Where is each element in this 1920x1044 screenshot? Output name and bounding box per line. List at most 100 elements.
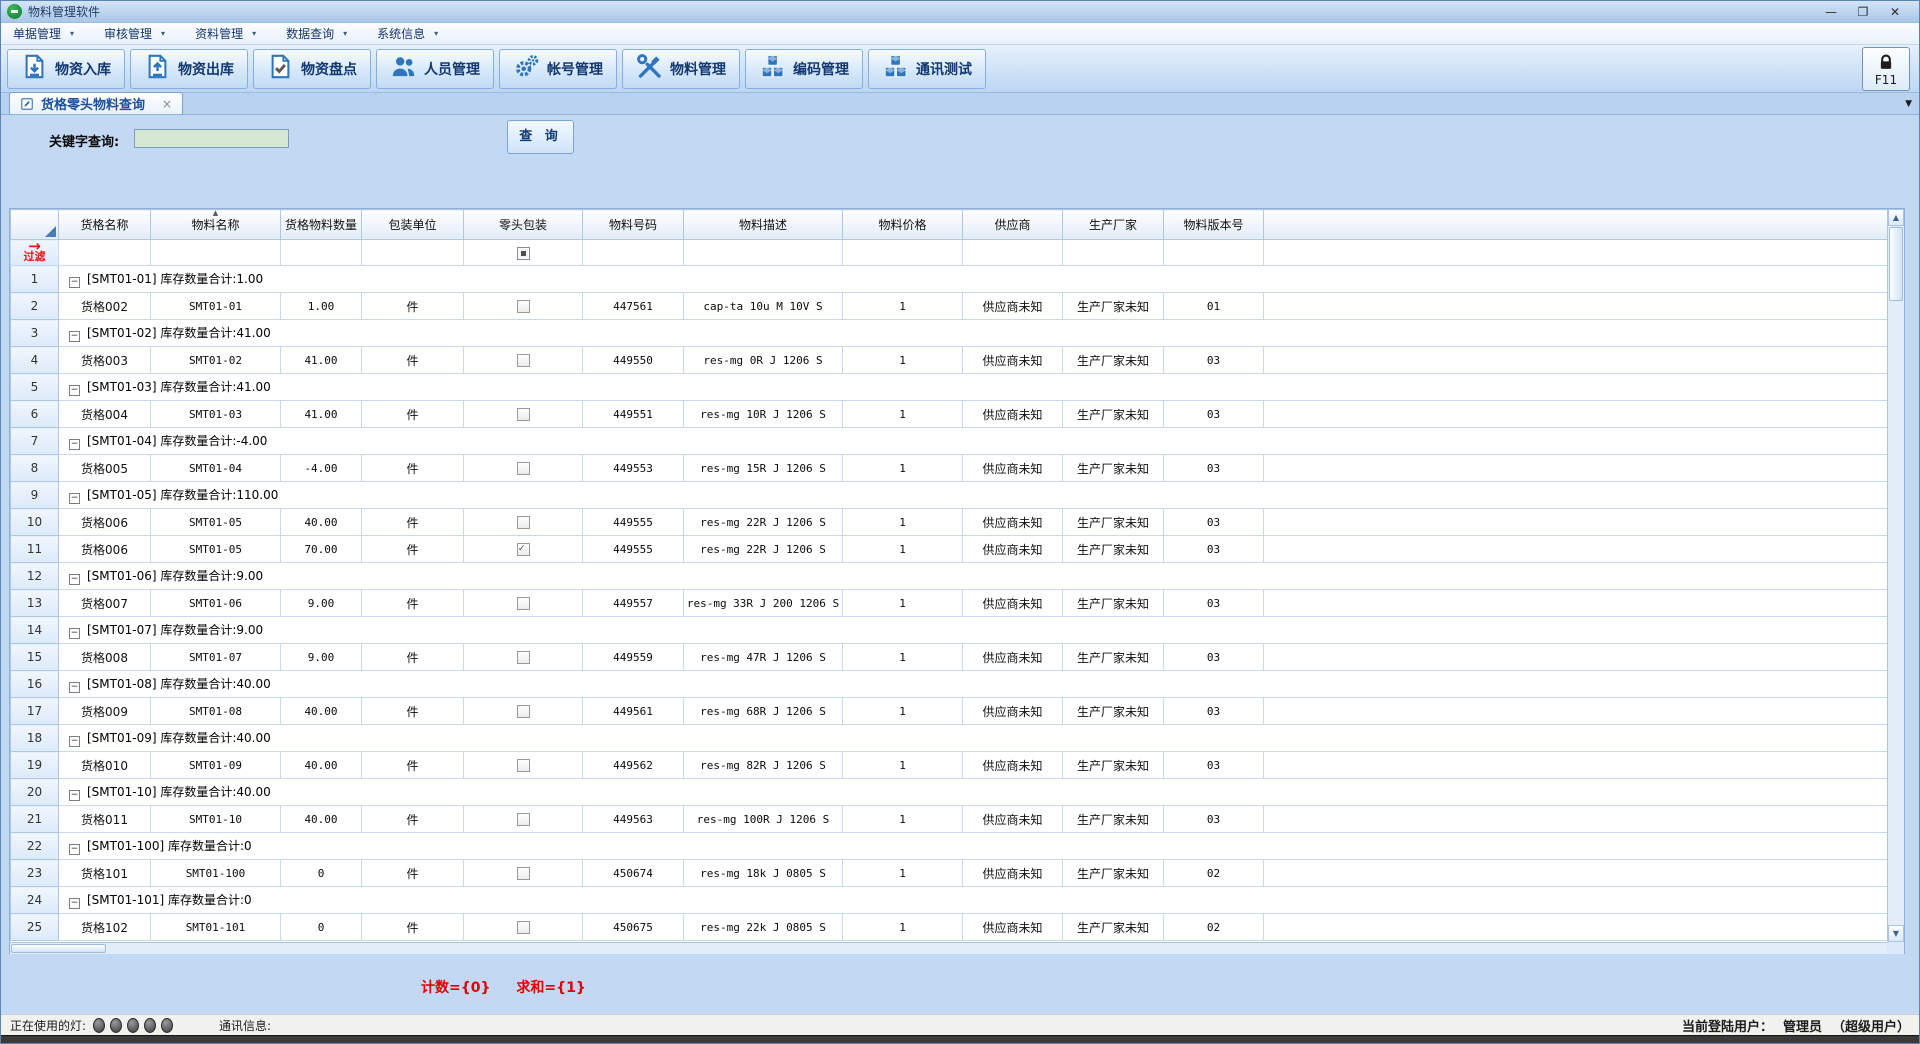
menu-item-1[interactable]: 单据管理▾	[13, 25, 74, 42]
column-header-huoge-name[interactable]: 货格名称	[59, 210, 151, 240]
cell-supplier[interactable]: 供应商未知	[963, 752, 1063, 779]
menu-item-2[interactable]: 审核管理▾	[104, 25, 165, 42]
cell-wuliao-price[interactable]: 1	[843, 590, 963, 617]
cell-manufacturer[interactable]: 生产厂家未知	[1063, 536, 1164, 563]
cell-supplier[interactable]: 供应商未知	[963, 644, 1063, 671]
row-number[interactable]: 8	[11, 455, 59, 482]
row-number[interactable]: 3	[11, 320, 59, 347]
cell-wuliao-price[interactable]: 1	[843, 401, 963, 428]
cell-pack-unit[interactable]: 件	[362, 698, 464, 725]
cell-supplier[interactable]: 供应商未知	[963, 806, 1063, 833]
column-header-row-number[interactable]	[11, 210, 59, 240]
filter-cell-wuliao-price[interactable]	[843, 240, 963, 266]
cell-wuliao-desc[interactable]: cap-ta 10u M 10V S	[684, 293, 843, 320]
cell-manufacturer[interactable]: 生产厂家未知	[1063, 806, 1164, 833]
row-number[interactable]: 25	[11, 914, 59, 941]
cell-lingtou-pack[interactable]	[464, 752, 583, 779]
cell-huoge-name[interactable]: 货格002	[59, 293, 151, 320]
cell-version[interactable]: 03	[1164, 698, 1264, 725]
cell-version[interactable]: 03	[1164, 590, 1264, 617]
cell-lingtou-pack[interactable]	[464, 293, 583, 320]
cell-wuliao-name[interactable]: SMT01-07	[151, 644, 281, 671]
lock-f11-button[interactable]: F11	[1862, 47, 1910, 91]
cell-wuliao-price[interactable]: 1	[843, 536, 963, 563]
cell-version[interactable]: 03	[1164, 806, 1264, 833]
cell-wuliao-code[interactable]: 449555	[583, 509, 684, 536]
checkbox-unchecked[interactable]	[517, 651, 530, 664]
cell-supplier[interactable]: 供应商未知	[963, 293, 1063, 320]
row-number[interactable]: 5	[11, 374, 59, 401]
cell-pack-unit[interactable]: 件	[362, 401, 464, 428]
select-all-corner-icon[interactable]	[45, 226, 56, 237]
cell-wuliao-price[interactable]: 1	[843, 455, 963, 482]
scroll-up-icon[interactable]: ▲	[1888, 209, 1904, 226]
cell-huoge-qty[interactable]: 40.00	[281, 752, 362, 779]
cell-wuliao-code[interactable]: 449559	[583, 644, 684, 671]
cell-pack-unit[interactable]: 件	[362, 293, 464, 320]
cell-wuliao-desc[interactable]: res-mg 15R J 1206 S	[684, 455, 843, 482]
cell-manufacturer[interactable]: 生产厂家未知	[1063, 752, 1164, 779]
cell-huoge-qty[interactable]: 0	[281, 914, 362, 941]
tab-list-dropdown-icon[interactable]: ▼	[1905, 99, 1912, 109]
cell-huoge-qty[interactable]: 40.00	[281, 509, 362, 536]
cell-lingtou-pack[interactable]	[464, 509, 583, 536]
cell-pack-unit[interactable]: 件	[362, 806, 464, 833]
row-number[interactable]: 10	[11, 509, 59, 536]
column-header-version[interactable]: 物料版本号	[1164, 210, 1264, 240]
cell-wuliao-price[interactable]: 1	[843, 644, 963, 671]
close-button[interactable]: ✕	[1887, 5, 1903, 19]
cell-pack-unit[interactable]: 件	[362, 509, 464, 536]
cell-pack-unit[interactable]: 件	[362, 914, 464, 941]
checkbox-unchecked[interactable]	[517, 408, 530, 421]
cell-manufacturer[interactable]: 生产厂家未知	[1063, 914, 1164, 941]
cell-pack-unit[interactable]: 件	[362, 752, 464, 779]
cell-lingtou-pack[interactable]	[464, 914, 583, 941]
cell-lingtou-pack[interactable]	[464, 455, 583, 482]
cell-version[interactable]: 03	[1164, 455, 1264, 482]
cell-wuliao-desc[interactable]: res-mg 22k J 0805 S	[684, 914, 843, 941]
horizontal-scrollbar[interactable]	[10, 942, 1889, 954]
cell-lingtou-pack[interactable]	[464, 401, 583, 428]
menu-item-4[interactable]: 数据查询▾	[286, 25, 347, 42]
row-number[interactable]: 15	[11, 644, 59, 671]
cell-pack-unit[interactable]: 件	[362, 455, 464, 482]
cell-wuliao-code[interactable]: 449563	[583, 806, 684, 833]
cell-wuliao-price[interactable]: 1	[843, 860, 963, 887]
row-number[interactable]: 11	[11, 536, 59, 563]
column-header-wuliao-code[interactable]: 物料号码	[583, 210, 684, 240]
cell-huoge-name[interactable]: 货格005	[59, 455, 151, 482]
column-header-lingtou-pack[interactable]: 零头包装	[464, 210, 583, 240]
cell-huoge-name[interactable]: 货格006	[59, 536, 151, 563]
checkbox-unchecked[interactable]	[517, 867, 530, 880]
cell-pack-unit[interactable]: 件	[362, 860, 464, 887]
cell-wuliao-name[interactable]: SMT01-01	[151, 293, 281, 320]
cell-wuliao-name[interactable]: SMT01-05	[151, 536, 281, 563]
row-number[interactable]: 4	[11, 347, 59, 374]
cell-manufacturer[interactable]: 生产厂家未知	[1063, 293, 1164, 320]
toolbar-button-物资盘点[interactable]: 物资盘点	[253, 49, 371, 89]
cell-lingtou-pack[interactable]	[464, 644, 583, 671]
cell-wuliao-name[interactable]: SMT01-03	[151, 401, 281, 428]
cell-huoge-qty[interactable]: 41.00	[281, 401, 362, 428]
collapse-icon[interactable]: −	[69, 682, 80, 693]
cell-huoge-qty[interactable]: 40.00	[281, 806, 362, 833]
cell-wuliao-code[interactable]: 449553	[583, 455, 684, 482]
cell-wuliao-price[interactable]: 1	[843, 698, 963, 725]
cell-wuliao-name[interactable]: SMT01-08	[151, 698, 281, 725]
cell-huoge-name[interactable]: 货格010	[59, 752, 151, 779]
cell-manufacturer[interactable]: 生产厂家未知	[1063, 644, 1164, 671]
column-header-manufacturer[interactable]: 生产厂家	[1063, 210, 1164, 240]
cell-huoge-qty[interactable]: 9.00	[281, 590, 362, 617]
cell-supplier[interactable]: 供应商未知	[963, 509, 1063, 536]
cell-pack-unit[interactable]: 件	[362, 536, 464, 563]
cell-wuliao-code[interactable]: 447561	[583, 293, 684, 320]
cell-supplier[interactable]: 供应商未知	[963, 698, 1063, 725]
cell-wuliao-desc[interactable]: res-mg 22R J 1206 S	[684, 536, 843, 563]
cell-wuliao-desc[interactable]: res-mg 47R J 1206 S	[684, 644, 843, 671]
column-header-wuliao-price[interactable]: 物料价格	[843, 210, 963, 240]
cell-huoge-name[interactable]: 货格007	[59, 590, 151, 617]
cell-version[interactable]: 03	[1164, 752, 1264, 779]
cell-wuliao-code[interactable]: 450675	[583, 914, 684, 941]
row-number[interactable]: 12	[11, 563, 59, 590]
cell-lingtou-pack[interactable]	[464, 536, 583, 563]
